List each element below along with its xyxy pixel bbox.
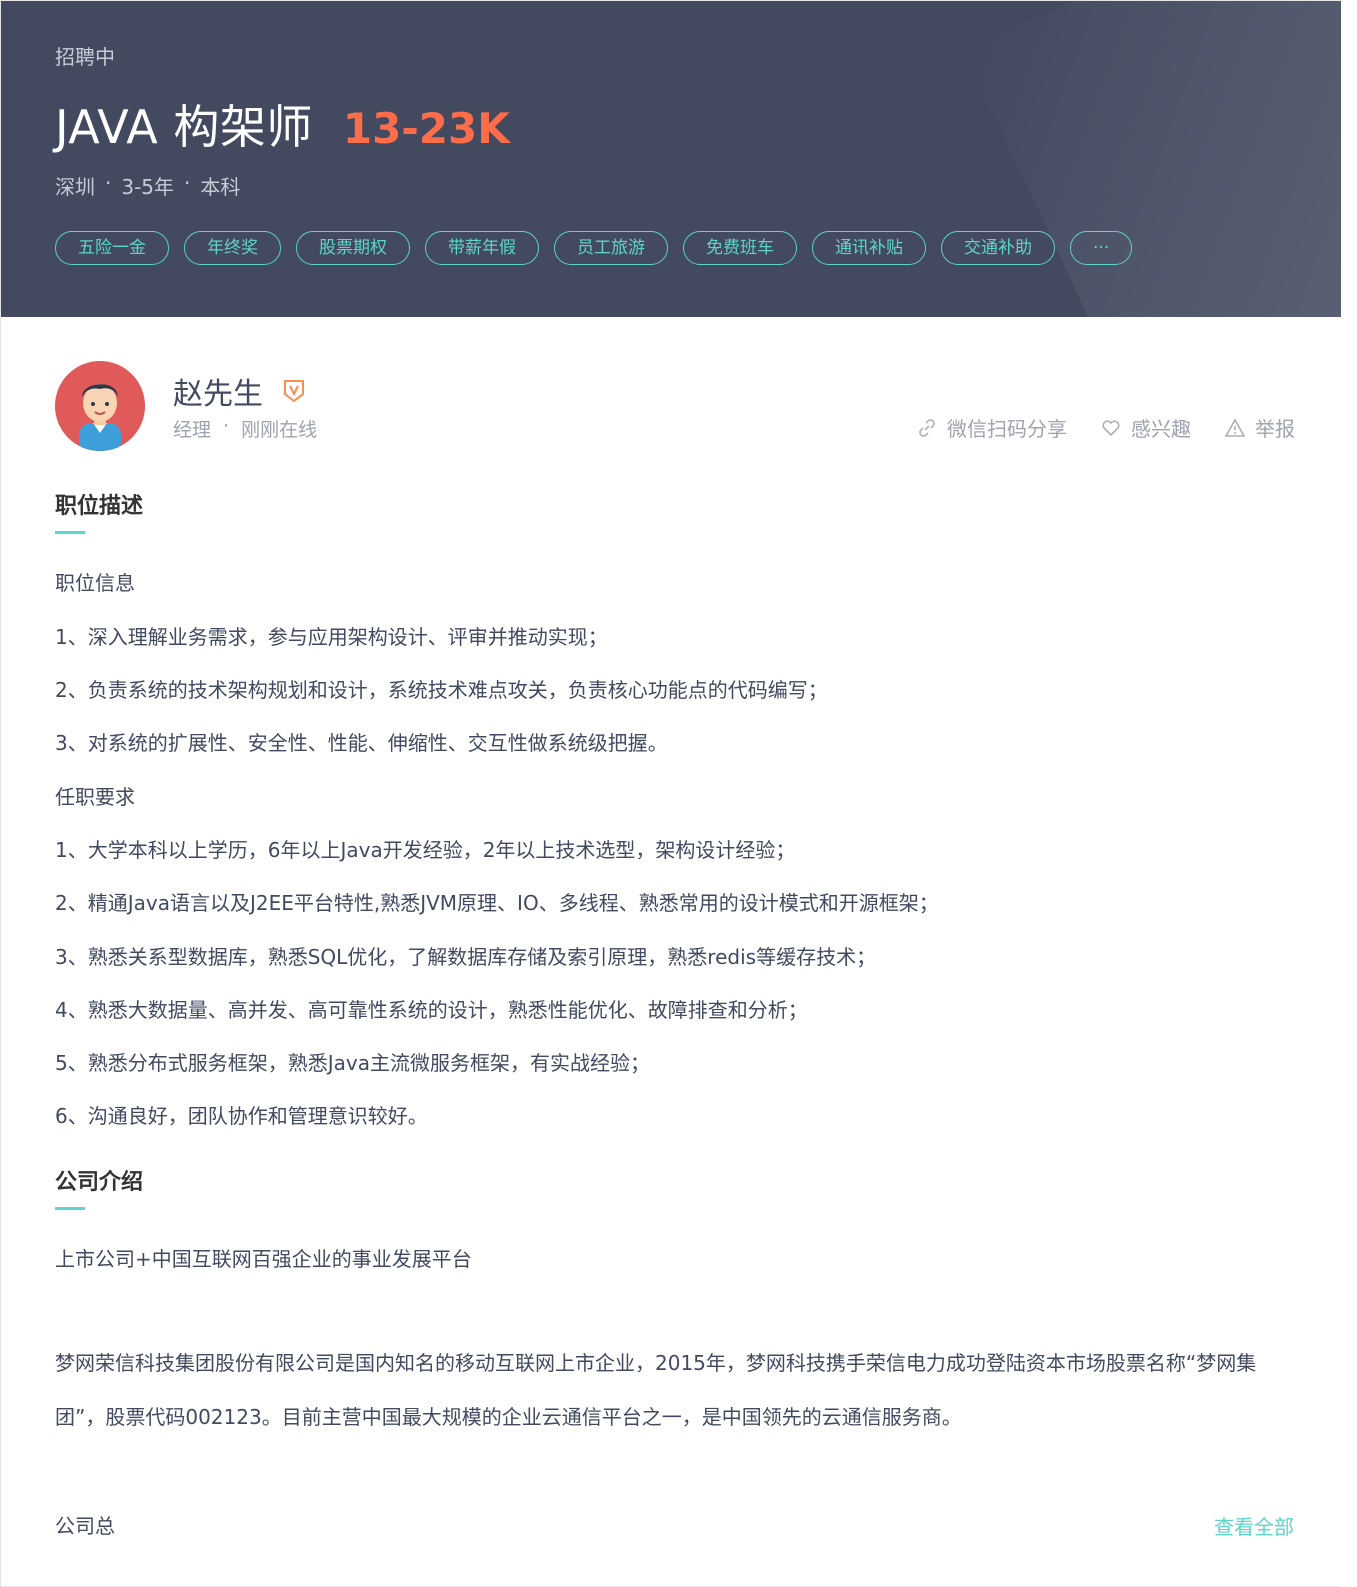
job-title: JAVA 构架师 xyxy=(55,100,313,154)
benefit-tag: 年终奖 xyxy=(184,231,281,265)
info-heading: 职位信息 xyxy=(55,571,135,595)
interest-label: 感兴趣 xyxy=(1131,417,1191,441)
avatar-image xyxy=(55,361,145,451)
verified-badge-icon xyxy=(284,380,304,403)
report-button[interactable]: 举报 xyxy=(1225,413,1295,442)
requirement-item: 1、大学本科以上学历，6年以上Java开发经验，2年以上技术选型，架构设计经验； xyxy=(55,838,796,862)
info-item: 2、负责系统的技术架构规划和设计，系统技术难点攻关，负责核心功能点的代码编写； xyxy=(55,678,828,702)
view-all-link[interactable]: 查看全部 xyxy=(1214,1511,1294,1540)
warning-icon xyxy=(1225,417,1245,437)
job-meta: 深圳 · 3-5年 · 本科 xyxy=(55,171,240,200)
requirement-item: 3、熟悉关系型数据库，熟悉SQL优化，了解数据库存储及索引原理，熟悉redis等… xyxy=(55,945,877,969)
benefit-tag: 免费班车 xyxy=(683,231,797,265)
recruiter-subline: 经理 · 刚刚在线 xyxy=(173,415,317,442)
recruiter-online-status: 刚刚在线 xyxy=(241,419,318,441)
recruiter-info: 赵先生 经理 · 刚刚在线 微信扫码分享 感兴趣 举报 xyxy=(55,361,1295,451)
job-education: 本科 xyxy=(200,175,241,199)
recruiter-title: 经理 xyxy=(173,419,212,441)
report-label: 举报 xyxy=(1255,417,1295,441)
company-description: 梦网荣信科技集团股份有限公司是国内知名的移动互联网上市企业，2015年，梦网科技… xyxy=(55,1351,1257,1429)
requirement-item: 6、沟通良好，团队协作和管理意识较好。 xyxy=(55,1104,428,1128)
requirement-item: 2、精通Java语言以及J2EE平台特性,熟悉JVM原理、IO、多线程、熟悉常用… xyxy=(55,891,939,915)
job-description-title: 职位描述 xyxy=(55,494,144,519)
salary: 13-23K xyxy=(342,104,510,153)
recruiter-name: 赵先生 xyxy=(173,377,263,412)
section-underline xyxy=(55,1207,85,1210)
requirement-item: 5、熟悉分布式服务框架，熟悉Java主流微服务框架，有实战经验； xyxy=(55,1051,650,1075)
job-status: 招聘中 xyxy=(55,45,115,69)
share-button[interactable]: 微信扫码分享 xyxy=(917,413,1067,442)
job-detail-card: 招聘中 JAVA 构架师 13-23K 深圳 · 3-5年 · 本科 五险一金 … xyxy=(0,0,1341,1587)
requirements-heading: 任职要求 xyxy=(55,785,135,809)
section-underline xyxy=(55,531,85,534)
benefit-tag: 带薪年假 xyxy=(425,231,539,265)
meta-separator: · xyxy=(184,171,191,195)
avatar xyxy=(55,361,145,451)
more-tags-button[interactable]: ··· xyxy=(1070,231,1133,265)
interest-button[interactable]: 感兴趣 xyxy=(1101,413,1191,442)
job-experience: 3-5年 xyxy=(121,175,175,199)
benefit-tag: 股票期权 xyxy=(296,231,410,265)
benefit-tag: 员工旅游 xyxy=(554,231,668,265)
info-item: 1、深入理解业务需求，参与应用架构设计、评审并推动实现； xyxy=(55,625,608,649)
job-actions: 微信扫码分享 感兴趣 举报 xyxy=(917,413,1295,442)
recruiter-separator: · xyxy=(223,415,230,437)
benefit-tags: 五险一金 年终奖 股票期权 带薪年假 员工旅游 免费班车 通讯补贴 交通补助 ·… xyxy=(55,231,1133,265)
heart-icon xyxy=(1102,419,1120,436)
benefit-tag: 五险一金 xyxy=(55,231,169,265)
requirement-item: 4、熟悉大数据量、高并发、高可靠性系统的设计，熟悉性能优化、故障排查和分析； xyxy=(55,998,808,1022)
benefit-tag: 通讯补贴 xyxy=(812,231,926,265)
company-tagline: 上市公司+中国互联网百强企业的事业发展平台 xyxy=(55,1247,472,1271)
company-section-title: 公司介绍 xyxy=(55,1170,144,1195)
meta-separator: · xyxy=(105,171,112,195)
job-banner: 招聘中 JAVA 构架师 13-23K 深圳 · 3-5年 · 本科 五险一金 … xyxy=(1,1,1341,317)
info-item: 3、对系统的扩展性、安全性、性能、伸缩性、交互性做系统级把握。 xyxy=(55,731,668,755)
link-icon xyxy=(919,418,935,437)
title-row: JAVA 构架师 13-23K xyxy=(55,91,510,154)
recruiter-name-row: 赵先生 xyxy=(173,369,305,413)
company-footer-text: 公司总 xyxy=(55,1514,115,1538)
benefit-tag: 交通补助 xyxy=(941,231,1055,265)
banner-decoration xyxy=(964,1,1341,317)
share-label: 微信扫码分享 xyxy=(947,417,1067,441)
job-city: 深圳 xyxy=(55,175,95,199)
